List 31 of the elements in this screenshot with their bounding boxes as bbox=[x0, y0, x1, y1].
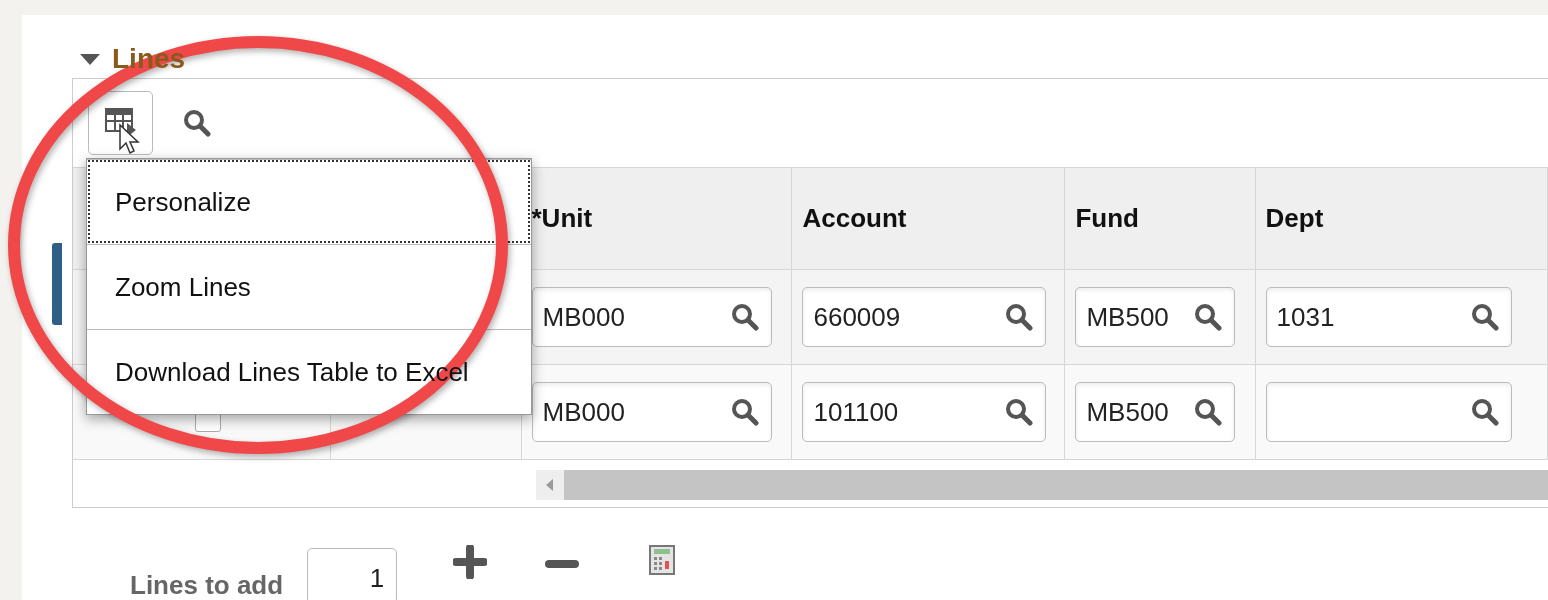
lookup-field[interactable]: 101100 bbox=[802, 382, 1047, 442]
search-icon[interactable] bbox=[730, 303, 759, 331]
collapse-triangle-icon[interactable] bbox=[80, 53, 100, 65]
lookup-field[interactable]: 660009 bbox=[802, 287, 1047, 347]
lookup-field[interactable]: MB500 bbox=[1075, 287, 1236, 347]
menu-item[interactable]: Zoom Lines bbox=[87, 244, 531, 329]
menu-item[interactable]: Personalize bbox=[87, 159, 531, 244]
scrollbar-thumb[interactable] bbox=[563, 470, 1548, 500]
column-header: Account bbox=[802, 203, 907, 234]
lookup-field[interactable]: 1031 bbox=[1265, 287, 1512, 347]
column-header: Dept bbox=[1265, 203, 1324, 234]
search-icon[interactable] bbox=[1470, 303, 1499, 331]
lines-to-add-label: Lines to add bbox=[130, 569, 284, 600]
search-icon[interactable] bbox=[183, 109, 211, 137]
mouse-pointer-icon bbox=[118, 123, 142, 157]
lines-to-add-input[interactable]: 1 bbox=[307, 548, 398, 600]
lookup-field[interactable]: MB000 bbox=[531, 287, 772, 347]
search-icon[interactable] bbox=[1194, 303, 1223, 331]
lookup-field[interactable]: MB000 bbox=[531, 382, 772, 442]
search-icon[interactable] bbox=[1194, 398, 1223, 426]
search-icon[interactable] bbox=[730, 398, 759, 426]
lookup-field[interactable] bbox=[1265, 382, 1512, 442]
search-icon[interactable] bbox=[1470, 398, 1499, 426]
column-header: *Unit bbox=[531, 203, 593, 234]
lookup-field[interactable]: MB500 bbox=[1075, 382, 1236, 442]
search-icon[interactable] bbox=[1005, 398, 1034, 426]
search-icon[interactable] bbox=[1005, 303, 1034, 331]
calculator-icon[interactable] bbox=[649, 545, 676, 575]
minus-icon[interactable] bbox=[545, 559, 580, 569]
plus-icon[interactable] bbox=[453, 545, 488, 579]
column-header: Fund bbox=[1075, 203, 1139, 234]
